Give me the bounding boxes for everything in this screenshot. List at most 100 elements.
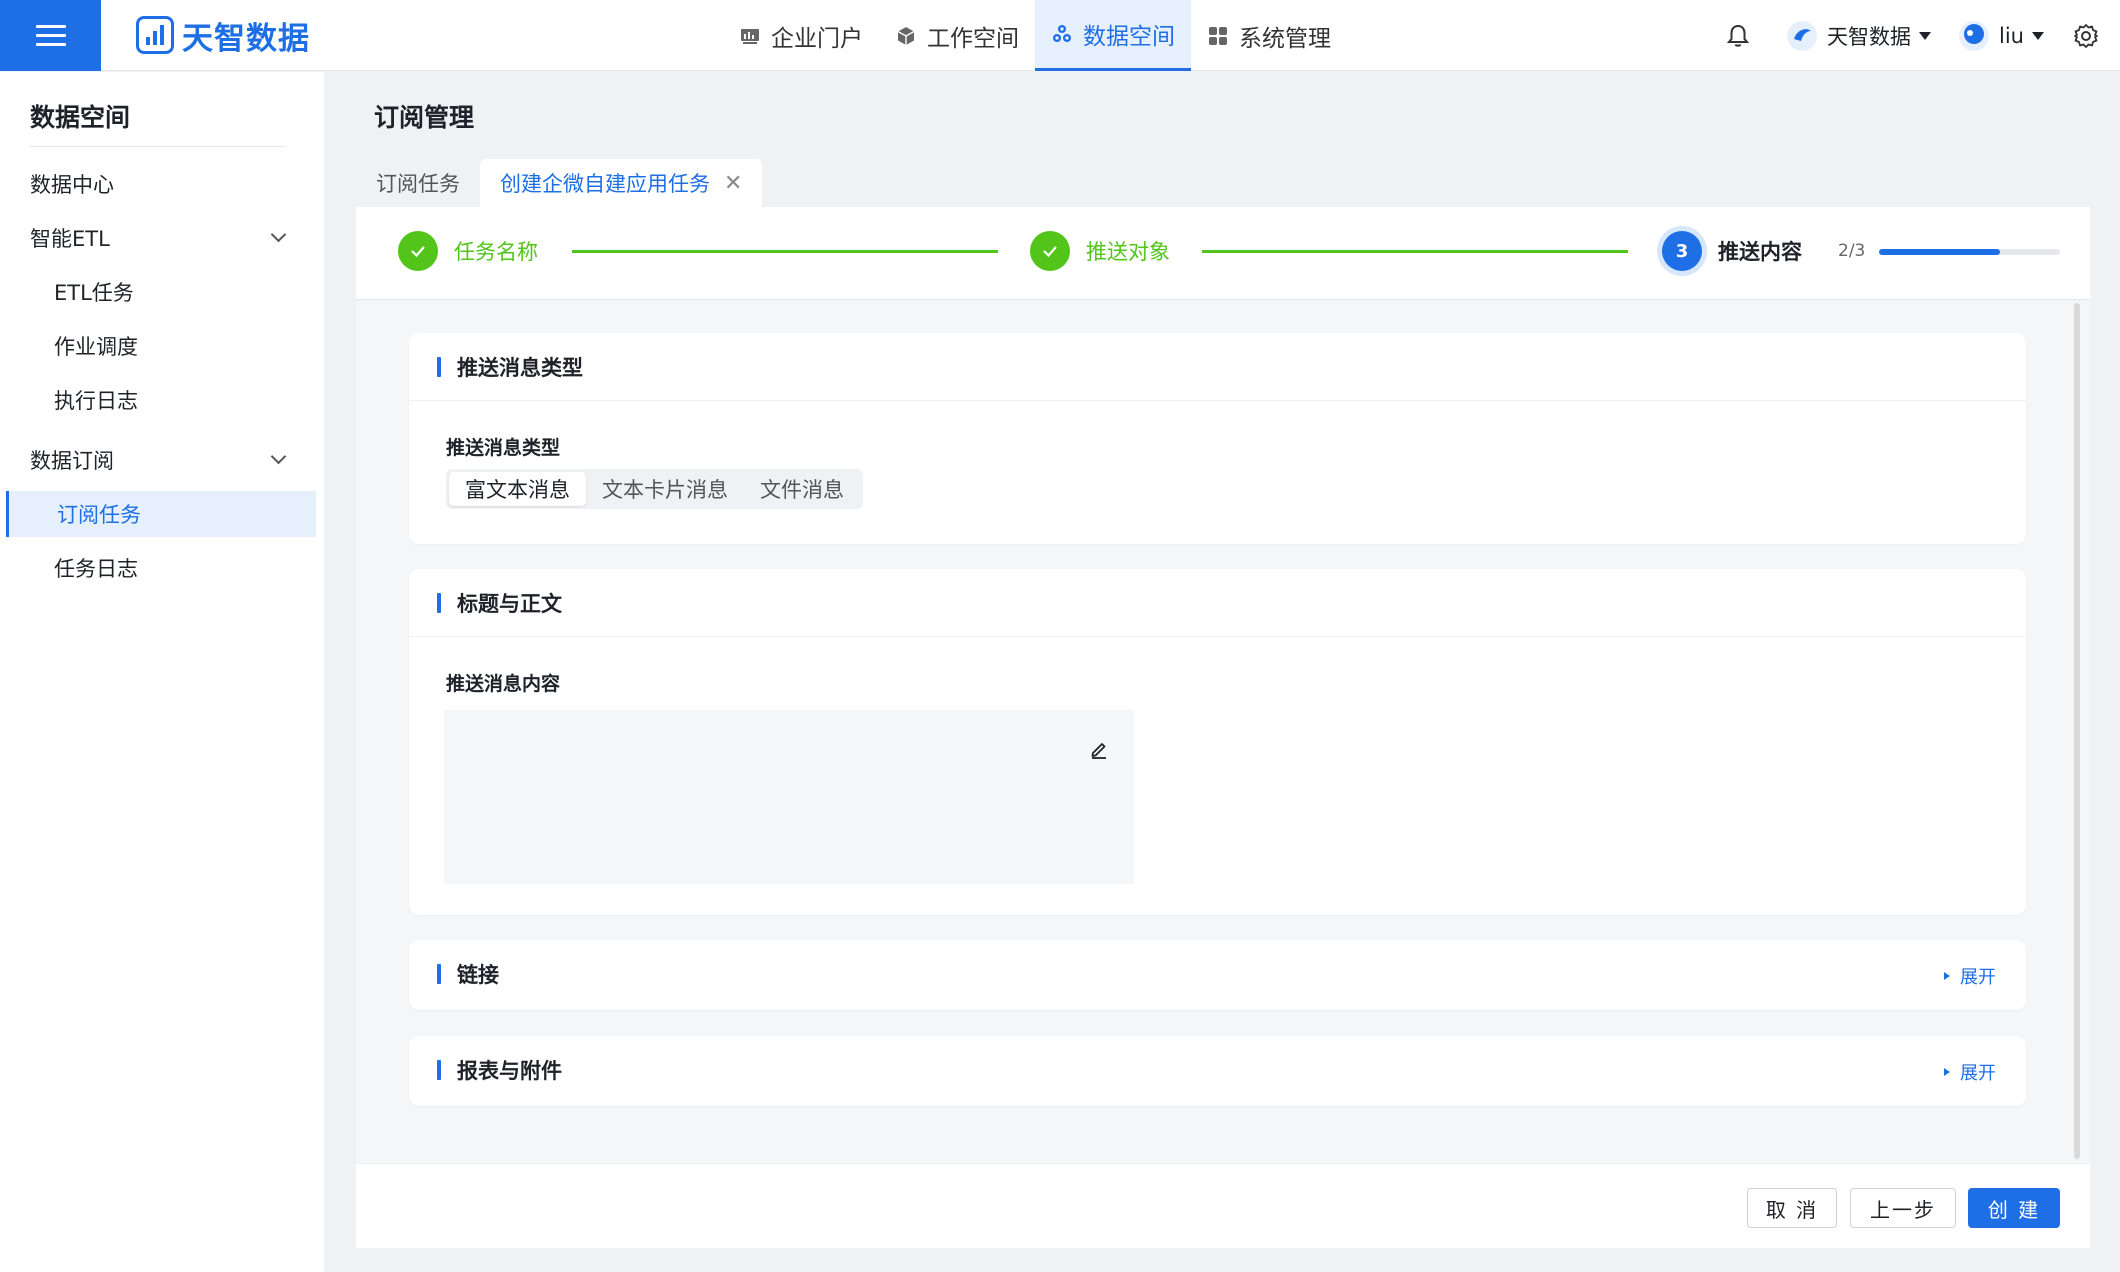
step-label: 推送内容 [1718, 240, 1802, 264]
tab-label: 创建企微自建应用任务 [500, 172, 710, 196]
step-number: 3 [1662, 231, 1702, 271]
nav-item-label: 系统管理 [1239, 25, 1331, 52]
chart-icon [741, 28, 759, 44]
chevron-down-icon [270, 448, 287, 465]
step-label: 任务名称 [454, 240, 538, 264]
step-label: 推送对象 [1086, 240, 1170, 264]
sidebar-item-etl-tasks[interactable]: ETL任务 [0, 269, 310, 315]
step-connector [572, 250, 998, 253]
form-footer: 取 消 上一步 创 建 [356, 1164, 2090, 1248]
sidebar-item-data-subscription[interactable]: 数据订阅 [0, 437, 310, 483]
logo-text: 天智数据 [182, 20, 310, 57]
tab-create-wecom-task[interactable]: 创建企微自建应用任务 ✕ [480, 159, 763, 207]
step-task-name: 任务名称 [398, 231, 538, 271]
sidebar-title: 数据空间 [30, 103, 131, 132]
sidebar-item-label: 任务日志 [54, 557, 138, 581]
user-name: liu [1999, 23, 2024, 48]
card-message-type: 推送消息类型 推送消息类型 富文本消息 文本卡片消息 文件消息 [409, 333, 2026, 544]
card-reports-attachments: 报表与附件 展开 [409, 1036, 2026, 1106]
cancel-button[interactable]: 取 消 [1747, 1188, 1837, 1228]
edit-icon[interactable] [1088, 738, 1110, 760]
expand-label: 展开 [1960, 967, 1996, 988]
field-label-message-content: 推送消息内容 [446, 673, 561, 695]
create-button[interactable]: 创 建 [1968, 1188, 2060, 1228]
user-avatar-icon [1959, 20, 1990, 51]
nav-item-system-management[interactable]: 系统管理 [1191, 0, 1347, 71]
settings-button[interactable] [2072, 22, 2100, 50]
sidebar-item-subscription-tasks[interactable]: 订阅任务 [6, 491, 316, 537]
cube-icon [897, 26, 915, 45]
option-rich-text[interactable]: 富文本消息 [449, 472, 586, 506]
sidebar: 数据空间 数据中心 智能ETL ETL任务 作业调度 执行日志 数据订阅 订阅任… [0, 72, 324, 1272]
nav-item-label: 数据空间 [1083, 24, 1175, 50]
step-push-target: 推送对象 [1030, 231, 1170, 271]
org-avatar-icon [1787, 20, 1818, 51]
card-links: 链接 展开 [409, 940, 2026, 1010]
card-header: 标题与正文 [409, 569, 2026, 637]
nav-item-data-space[interactable]: 数据空间 [1035, 0, 1191, 71]
previous-step-button[interactable]: 上一步 [1850, 1188, 1956, 1228]
sidebar-item-label: ETL任务 [54, 281, 134, 305]
sidebar-item-label: 作业调度 [54, 335, 138, 359]
option-text-card[interactable]: 文本卡片消息 [586, 472, 744, 506]
top-right-tools: 天智数据 liu [1725, 0, 2120, 71]
user-menu[interactable]: liu [1957, 19, 2044, 53]
cluster-icon [1053, 25, 1071, 42]
card-title: 报表与附件 [457, 1059, 562, 1083]
card-header: 推送消息类型 [409, 333, 2026, 401]
hamburger-icon [35, 24, 66, 47]
sidebar-item-label: 执行日志 [54, 389, 138, 413]
step-connector [1202, 250, 1628, 253]
nav-item-label: 企业门户 [771, 25, 863, 52]
tab-subscription-tasks[interactable]: 订阅任务 [356, 159, 480, 207]
logo[interactable]: 天智数据 [136, 14, 310, 57]
gear-icon [2074, 23, 2098, 48]
expand-reports-button[interactable]: 展开 [1944, 1059, 1996, 1085]
chevron-down-icon [270, 226, 287, 243]
caret-right-icon [1944, 1068, 1950, 1076]
field-label-message-type: 推送消息类型 [446, 437, 561, 459]
close-icon[interactable]: ✕ [724, 171, 742, 196]
sidebar-item-label: 数据中心 [30, 173, 114, 197]
steps-bar: 任务名称 推送对象 3 推送内容 2/3 [356, 207, 2090, 300]
message-content-editor[interactable] [444, 710, 1134, 884]
notification-button[interactable] [1725, 23, 1751, 49]
page-title: 订阅管理 [374, 103, 475, 132]
caret-down-icon [2032, 31, 2044, 40]
card-header: 报表与附件 展开 [409, 1036, 2026, 1104]
message-type-segmented-control: 富文本消息 文本卡片消息 文件消息 [446, 469, 863, 509]
nav-item-label: 工作空间 [927, 25, 1019, 52]
org-switcher[interactable]: 天智数据 [1785, 19, 1932, 53]
top-bar: 天智数据 企业门户 工作空间 数据空间 系统管理 天智数据 liu [0, 0, 2120, 71]
expand-links-button[interactable]: 展开 [1944, 963, 1996, 989]
sidebar-item-task-log[interactable]: 任务日志 [0, 545, 310, 591]
caret-down-icon [1919, 31, 1932, 40]
scrollbar[interactable] [2074, 303, 2080, 1159]
nav-item-enterprise-portal[interactable]: 企业门户 [723, 0, 879, 71]
sidebar-divider [30, 146, 286, 147]
card-title-body: 标题与正文 推送消息内容 [409, 569, 2026, 915]
sidebar-item-job-scheduling[interactable]: 作业调度 [0, 323, 310, 369]
expand-label: 展开 [1960, 1063, 1996, 1084]
progress-bar [1879, 249, 2060, 255]
logo-icon [136, 16, 174, 54]
hamburger-menu-button[interactable] [0, 0, 101, 71]
org-name: 天智数据 [1827, 24, 1912, 49]
grid-icon [1209, 26, 1227, 45]
step-push-content: 3 推送内容 [1662, 231, 1802, 271]
sidebar-item-smart-etl[interactable]: 智能ETL [0, 215, 310, 261]
sidebar-item-label: 智能ETL [30, 227, 110, 251]
card-header: 链接 展开 [409, 940, 2026, 1008]
card-title: 标题与正文 [457, 591, 562, 616]
tab-bar: 订阅任务 创建企微自建应用任务 ✕ [356, 159, 763, 207]
step-check-icon [1030, 231, 1070, 271]
caret-right-icon [1944, 972, 1950, 980]
option-file[interactable]: 文件消息 [744, 472, 860, 506]
sidebar-item-execution-log[interactable]: 执行日志 [0, 377, 310, 423]
sidebar-item-data-center[interactable]: 数据中心 [0, 161, 310, 207]
bell-icon [1726, 24, 1750, 47]
nav-item-workspace[interactable]: 工作空间 [879, 0, 1035, 71]
top-nav: 企业门户 工作空间 数据空间 系统管理 [723, 0, 1347, 71]
sidebar-item-label: 订阅任务 [57, 503, 141, 527]
step-check-icon [398, 231, 438, 271]
